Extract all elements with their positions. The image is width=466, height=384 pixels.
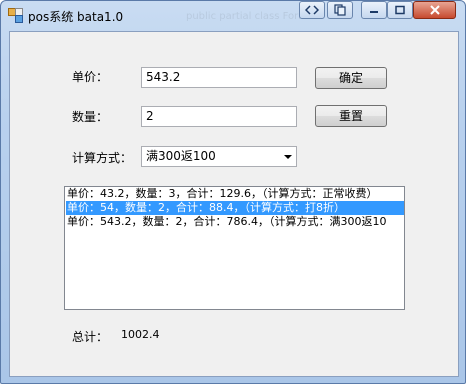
records-listbox[interactable]: 单价：43.2，数量：3，合计：129.6，（计算方式：正常收费） 单价：54，… (64, 186, 405, 310)
client-area: 单价： 543.2 确定 数量： 2 重置 计算方式： 满300返100 单价：… (9, 31, 459, 377)
title-bar[interactable]: pos系统 bata1.0 public partial class Form1 (1, 1, 465, 31)
list-item[interactable]: 单价：543.2，数量：2，合计：786.4，（计算方式：满300返10 (66, 215, 404, 229)
maximize-button[interactable] (387, 1, 413, 19)
ghost-title-text: public partial class Form1 (186, 11, 315, 22)
quantity-input[interactable]: 2 (141, 106, 297, 127)
minimize-button[interactable] (361, 1, 387, 19)
close-button[interactable] (413, 1, 456, 19)
code-icon (305, 5, 319, 15)
method-select[interactable]: 满300返100 (141, 146, 297, 167)
price-input[interactable]: 543.2 (141, 67, 297, 88)
window-frame: pos系统 bata1.0 public partial class Form1 (0, 0, 466, 384)
minimize-icon (370, 11, 378, 13)
list-item-selected[interactable]: 单价：54，数量：2，合计：88.4，（计算方式：打8折） (66, 201, 404, 215)
close-icon (429, 5, 440, 15)
settings-view-button[interactable] (327, 1, 353, 19)
confirm-button[interactable]: 确定 (315, 67, 387, 89)
reset-button[interactable]: 重置 (315, 105, 387, 127)
maximize-icon (395, 5, 405, 15)
price-label: 单价： (72, 70, 109, 84)
total-value: 1002.4 (121, 328, 160, 341)
window-pages-icon (334, 4, 346, 16)
chevron-down-icon[interactable] (284, 155, 292, 159)
app-icon (8, 8, 23, 23)
method-select-value: 满300返100 (146, 149, 216, 163)
method-label: 计算方式： (72, 151, 133, 165)
total-label: 总计： (72, 330, 109, 344)
quantity-label: 数量： (72, 110, 109, 124)
list-item[interactable]: 单价：43.2，数量：3，合计：129.6，（计算方式：正常收费） (66, 187, 404, 201)
window-title: pos系统 bata1.0 (28, 10, 124, 24)
code-view-button[interactable] (299, 1, 325, 19)
